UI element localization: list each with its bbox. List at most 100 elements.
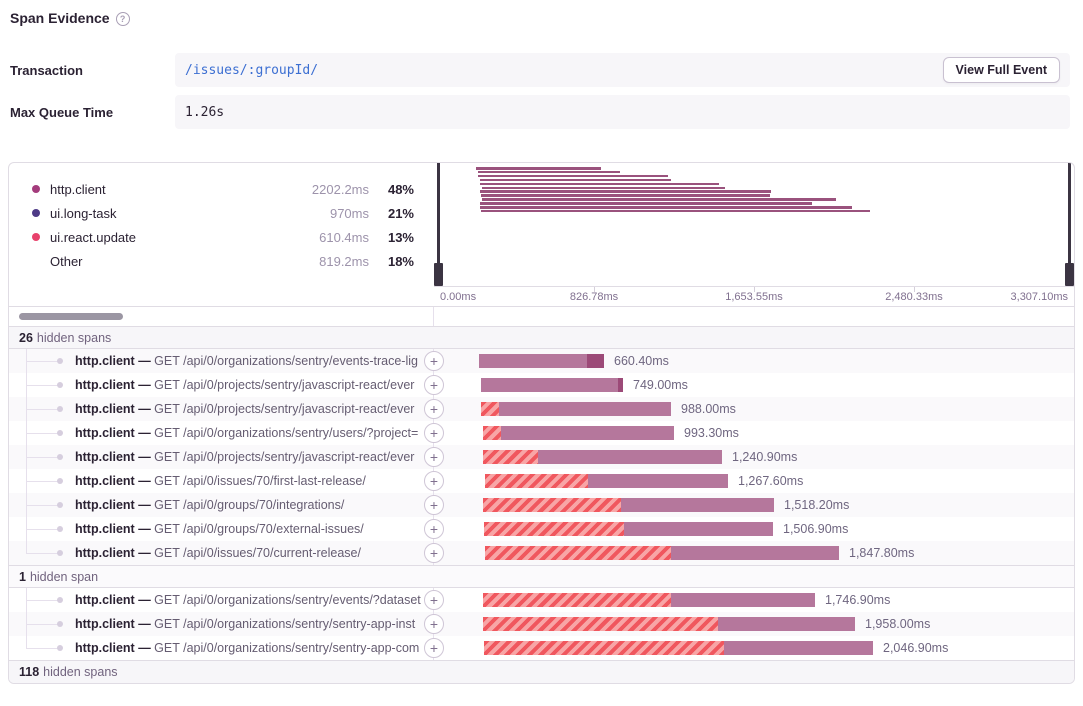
span-row[interactable]: http.client — GET /api/0/organizations/s… bbox=[9, 612, 1074, 636]
span-label: http.client — GET /api/0/organizations/s… bbox=[75, 588, 433, 612]
expand-span-button[interactable]: + bbox=[424, 447, 444, 467]
span-bar-segment bbox=[624, 522, 773, 536]
span-op: http.client bbox=[75, 450, 135, 464]
legend-value: 819.2ms bbox=[259, 254, 369, 269]
axis-label: 2,480.33ms bbox=[885, 291, 942, 303]
span-row[interactable]: http.client — GET /api/0/projects/sentry… bbox=[9, 373, 1074, 397]
span-row[interactable]: http.client — GET /api/0/organizations/s… bbox=[9, 421, 1074, 445]
span-duration: 660.40ms bbox=[614, 349, 669, 373]
hidden-spans-row[interactable]: 1hidden span bbox=[9, 565, 1074, 588]
plus-icon: + bbox=[430, 616, 438, 632]
minimap-span-bar bbox=[482, 198, 836, 201]
scroll-track[interactable] bbox=[9, 307, 434, 326]
hidden-spans-row[interactable]: 26hidden spans bbox=[9, 326, 1074, 349]
expand-span-button[interactable]: + bbox=[424, 399, 444, 419]
span-row[interactable]: http.client — GET /api/0/projects/sentry… bbox=[9, 445, 1074, 469]
span-duration: 988.00ms bbox=[681, 397, 736, 421]
plus-icon: + bbox=[430, 377, 438, 393]
tree-node-dot bbox=[57, 454, 63, 460]
span-op: http.client bbox=[75, 546, 135, 560]
span-separator: — bbox=[135, 474, 154, 488]
span-row[interactable]: http.client — GET /api/0/groups/70/exter… bbox=[9, 517, 1074, 541]
tree-node-dot bbox=[57, 597, 63, 603]
tree-guide-line bbox=[26, 636, 27, 648]
expand-span-button[interactable]: + bbox=[424, 375, 444, 395]
expand-span-button[interactable]: + bbox=[424, 423, 444, 443]
max-queue-time-value-box: 1.26s bbox=[175, 95, 1070, 129]
legend-percent: 18% bbox=[369, 254, 414, 269]
legend-percent: 13% bbox=[369, 230, 414, 245]
span-row[interactable]: http.client — GET /api/0/issues/70/first… bbox=[9, 469, 1074, 493]
hidden-spans-count: 118 bbox=[19, 665, 39, 679]
expand-span-button[interactable]: + bbox=[424, 351, 444, 371]
span-separator: — bbox=[135, 354, 154, 368]
span-bar-segment bbox=[724, 641, 873, 655]
max-queue-time-value: 1.26s bbox=[185, 105, 224, 120]
max-queue-time-label: Max Queue Time bbox=[0, 105, 175, 120]
hidden-spans-row[interactable]: 118hidden spans bbox=[9, 660, 1074, 683]
plus-icon: + bbox=[430, 449, 438, 465]
expand-span-button[interactable]: + bbox=[424, 471, 444, 491]
span-bar-tip-segment bbox=[587, 354, 604, 368]
legend-percent: 21% bbox=[369, 206, 414, 221]
expand-span-button[interactable]: + bbox=[424, 495, 444, 515]
legend-name: Other bbox=[50, 254, 259, 269]
span-op: http.client bbox=[75, 522, 135, 536]
max-queue-time-row: Max Queue Time 1.26s bbox=[0, 95, 1083, 129]
minimap-chart[interactable] bbox=[434, 163, 1074, 286]
span-duration: 2,046.90ms bbox=[883, 636, 948, 660]
span-row[interactable]: http.client — GET /api/0/organizations/s… bbox=[9, 588, 1074, 612]
span-description: GET /api/0/organizations/sentry/sentry-a… bbox=[154, 617, 415, 631]
scrollbar-thumb[interactable] bbox=[19, 313, 123, 320]
span-op: http.client bbox=[75, 426, 135, 440]
expand-span-button[interactable]: + bbox=[424, 543, 444, 563]
expand-span-button[interactable]: + bbox=[424, 638, 444, 658]
span-name-cell: http.client — GET /api/0/projects/sentry… bbox=[9, 373, 434, 397]
transaction-link[interactable]: /issues/:groupId/ bbox=[185, 63, 318, 78]
expand-span-button[interactable]: + bbox=[424, 614, 444, 634]
minimap-left-handle-grip[interactable] bbox=[434, 263, 443, 286]
expand-span-button[interactable]: + bbox=[424, 590, 444, 610]
span-name-cell: http.client — GET /api/0/groups/70/exter… bbox=[9, 517, 434, 541]
legend-dot-icon bbox=[32, 185, 40, 193]
help-icon[interactable]: ? bbox=[116, 12, 130, 26]
span-bar-cell: 988.00ms bbox=[434, 397, 1074, 421]
span-label: http.client — GET /api/0/organizations/s… bbox=[75, 636, 433, 660]
span-duration: 993.30ms bbox=[684, 421, 739, 445]
minimap-span-bar bbox=[478, 175, 668, 178]
span-row[interactable]: http.client — GET /api/0/organizations/s… bbox=[9, 349, 1074, 373]
legend-percent: 48% bbox=[369, 182, 414, 197]
span-bar-segment bbox=[481, 378, 623, 392]
view-full-event-button[interactable]: View Full Event bbox=[943, 57, 1060, 83]
tree-connector-line bbox=[26, 481, 58, 482]
span-row[interactable]: http.client — GET /api/0/issues/70/curre… bbox=[9, 541, 1074, 565]
legend-value: 2202.2ms bbox=[259, 182, 369, 197]
span-separator: — bbox=[135, 450, 154, 464]
span-bar-cell: 1,847.80ms bbox=[434, 541, 1074, 565]
span-bar-queue-segment bbox=[485, 546, 671, 560]
minimap-span-bar bbox=[480, 202, 812, 205]
span-separator: — bbox=[135, 522, 154, 536]
span-row[interactable]: http.client — GET /api/0/projects/sentry… bbox=[9, 397, 1074, 421]
minimap-right-handle-grip[interactable] bbox=[1065, 263, 1074, 286]
span-name-cell: http.client — GET /api/0/projects/sentry… bbox=[9, 445, 434, 469]
span-bar-segment bbox=[671, 593, 815, 607]
span-list: 26hidden spanshttp.client — GET /api/0/o… bbox=[9, 326, 1074, 683]
expand-span-button[interactable]: + bbox=[424, 519, 444, 539]
page-header: Span Evidence ? bbox=[0, 0, 1083, 26]
span-row[interactable]: http.client — GET /api/0/groups/70/integ… bbox=[9, 493, 1074, 517]
span-bar-queue-segment bbox=[483, 450, 538, 464]
span-description: GET /api/0/groups/70/external-issues/ bbox=[154, 522, 364, 536]
tree-node-dot bbox=[57, 502, 63, 508]
minimap-span-bar bbox=[482, 187, 725, 190]
panel-top: http.client2202.2ms48%ui.long-task970ms2… bbox=[9, 163, 1074, 306]
span-description: GET /api/0/projects/sentry/javascript-re… bbox=[154, 450, 414, 464]
legend-value: 970ms bbox=[259, 206, 369, 221]
span-label: http.client — GET /api/0/groups/70/exter… bbox=[75, 517, 433, 541]
tree-node-dot bbox=[57, 478, 63, 484]
span-name-cell: http.client — GET /api/0/projects/sentry… bbox=[9, 397, 434, 421]
tree-node-dot bbox=[57, 358, 63, 364]
span-bar-cell: 1,746.90ms bbox=[434, 588, 1074, 612]
span-bar-cell: 1,506.90ms bbox=[434, 517, 1074, 541]
span-row[interactable]: http.client — GET /api/0/organizations/s… bbox=[9, 636, 1074, 660]
